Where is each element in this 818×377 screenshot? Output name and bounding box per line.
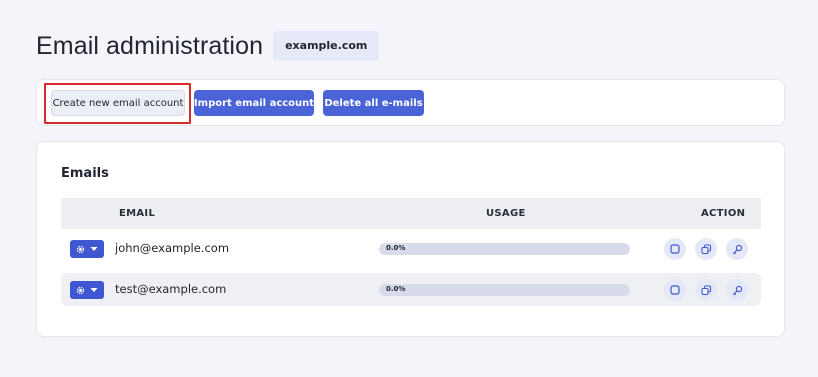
chevron-down-icon [90,288,98,292]
square-icon [670,244,680,254]
copy-action-button[interactable] [695,238,717,260]
usage-bar: 0.0% [379,243,630,255]
copy-icon [700,243,711,254]
table-row: test@example.com 0.0% [61,273,761,306]
chevron-down-icon [90,247,98,251]
key-icon [732,285,742,295]
square-action-button[interactable] [664,279,686,301]
table-header: EMAIL USAGE ACTION [61,198,761,229]
page-header: Email administration example.com [36,31,380,61]
key-action-button[interactable] [726,279,748,301]
email-address: test@example.com [115,282,227,296]
emails-section-title: Emails [61,166,109,181]
column-header-email: EMAIL [119,208,156,219]
table-row: john@example.com 0.0% [61,232,761,265]
page-title: Email administration [36,31,264,60]
square-icon [670,285,680,295]
square-action-button[interactable] [664,238,686,260]
import-email-account-button[interactable]: Import email account [194,90,314,116]
emails-card: Emails EMAIL USAGE ACTION john@example.c… [36,141,785,337]
column-header-action: ACTION [701,208,746,219]
key-icon [732,244,742,254]
gear-icon [76,286,85,294]
domain-badge[interactable]: example.com [273,31,380,61]
copy-action-button[interactable] [695,279,717,301]
gear-icon [76,245,85,253]
toolbar: Create new email account Import email ac… [36,79,785,126]
usage-bar: 0.0% [379,284,630,296]
create-email-account-button[interactable]: Create new email account [51,90,185,116]
email-address: john@example.com [115,241,230,255]
copy-icon [700,284,711,295]
column-header-usage: USAGE [486,208,526,219]
usage-text: 0.0% [386,285,406,293]
row-settings-dropdown[interactable] [70,281,104,299]
delete-all-emails-button[interactable]: Delete all e-mails [323,90,424,116]
key-action-button[interactable] [726,238,748,260]
row-settings-dropdown[interactable] [70,240,104,258]
usage-text: 0.0% [386,244,406,252]
